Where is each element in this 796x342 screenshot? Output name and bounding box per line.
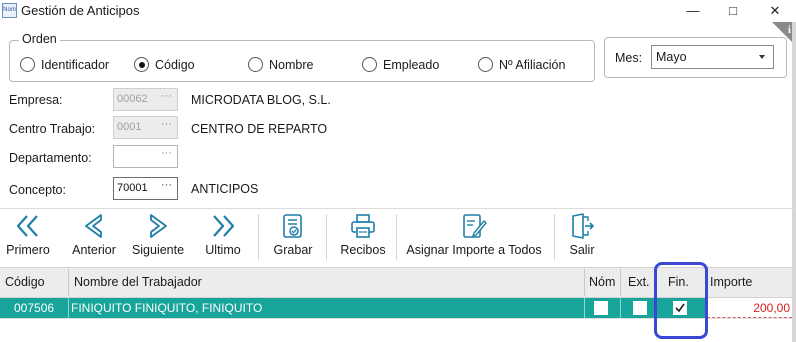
centro-code-field: 0001 ··· <box>113 116 178 139</box>
close-button[interactable]: ✕ <box>764 2 786 20</box>
toolbar-divider <box>0 208 796 209</box>
radio-empleado[interactable] <box>362 57 377 72</box>
row-importe: 200,00 <box>753 301 790 315</box>
header-codigo[interactable]: Código <box>5 267 45 298</box>
window-edge <box>792 22 796 342</box>
minimize-button[interactable]: — <box>682 2 704 20</box>
fin-column-highlight <box>654 262 708 339</box>
header-nom[interactable]: Nóm <box>589 267 615 298</box>
departamento-label: Departamento: <box>9 151 92 165</box>
svg-text:i: i <box>788 25 791 36</box>
exit-icon <box>572 213 595 239</box>
radio-codigo[interactable] <box>134 57 149 72</box>
radio-label-afiliacion: Nº Afiliación <box>499 58 566 72</box>
radio-nombre[interactable] <box>248 57 263 72</box>
lookup-icon: ··· <box>161 90 172 102</box>
header-separator <box>68 269 69 296</box>
radio-afiliacion[interactable] <box>478 57 493 72</box>
maximize-button[interactable]: □ <box>722 2 744 20</box>
centro-code-value: 0001 <box>117 121 142 133</box>
centro-label: Centro Trabajo: <box>9 122 96 136</box>
mes-select[interactable]: Mayo <box>651 45 774 69</box>
grabar-button[interactable]: Grabar <box>270 213 316 263</box>
radio-label-codigo: Código <box>155 58 195 72</box>
salir-button[interactable]: Salir <box>562 213 602 263</box>
toolbar-separator <box>326 214 327 260</box>
chevron-down-icon[interactable] <box>759 55 765 59</box>
lookup-icon[interactable]: ··· <box>161 179 172 191</box>
mes-label: Mes: <box>615 51 643 65</box>
siguiente-button[interactable]: Siguiente <box>130 213 186 263</box>
app-icon: Nom <box>2 3 17 18</box>
concepto-name: ANTICIPOS <box>191 182 259 196</box>
chevron-right-icon <box>150 214 167 238</box>
chevron-left-icon <box>85 214 102 238</box>
save-icon <box>283 214 302 238</box>
ultimo-label: Ultimo <box>205 243 241 257</box>
double-chevron-right-icon <box>213 215 235 237</box>
header-ext[interactable]: Ext. <box>628 267 650 298</box>
departamento-code-field[interactable]: ··· <box>113 145 178 168</box>
toolbar-separator <box>554 214 555 260</box>
edit-document-icon <box>463 214 487 238</box>
centro-name: CENTRO DE REPARTO <box>191 122 328 136</box>
asignar-importe-label: Asignar Importe a Todos <box>406 243 542 257</box>
row-separator <box>620 298 621 318</box>
toolbar-separator <box>396 214 397 260</box>
concepto-code-field[interactable]: 70001 ··· <box>113 177 178 200</box>
radio-label-nombre: Nombre <box>269 58 314 72</box>
lookup-icon[interactable]: ··· <box>161 147 172 159</box>
importe-cell[interactable]: 200,00 <box>707 298 792 318</box>
ultimo-button[interactable]: Ultimo <box>198 213 248 263</box>
anterior-label: Anterior <box>72 243 116 257</box>
header-nombre[interactable]: Nombre del Trabajador <box>74 267 202 298</box>
asignar-importe-button[interactable]: Asignar Importe a Todos <box>404 213 544 263</box>
primero-label: Primero <box>6 243 50 257</box>
recibos-button[interactable]: Recibos <box>338 213 388 263</box>
siguiente-label: Siguiente <box>131 243 185 257</box>
row-separator <box>584 298 585 318</box>
ext-checkbox[interactable] <box>633 301 647 315</box>
concepto-label: Concepto: <box>9 183 66 197</box>
recibos-label: Recibos <box>340 243 386 257</box>
empresa-code-field: 00062 ··· <box>113 88 178 111</box>
radio-identificador[interactable] <box>20 57 35 72</box>
printer-icon <box>351 214 375 238</box>
anterior-button[interactable]: Anterior <box>68 213 120 263</box>
nom-checkbox[interactable] <box>594 301 608 315</box>
header-separator <box>620 269 621 296</box>
concepto-code-value: 70001 <box>117 182 148 194</box>
empresa-code-value: 00062 <box>117 93 148 105</box>
grabar-label: Grabar <box>273 243 313 257</box>
header-separator <box>584 269 585 296</box>
row-nombre: FINIQUITO FINIQUITO, FINIQUITO <box>71 301 263 315</box>
primero-button[interactable]: Primero <box>4 213 52 263</box>
header-importe[interactable]: Importe <box>710 267 752 298</box>
radio-label-empleado: Empleado <box>383 58 440 72</box>
radio-label-identificador: Identificador <box>41 58 110 72</box>
orden-legend: Orden <box>19 32 60 46</box>
window-title: Gestión de Anticipos <box>21 3 140 18</box>
salir-label: Salir <box>569 243 595 257</box>
lookup-icon: ··· <box>161 118 172 130</box>
toolbar-separator <box>258 214 259 260</box>
row-separator <box>68 298 69 318</box>
row-codigo: 007506 <box>14 301 55 315</box>
double-chevron-left-icon <box>16 215 38 237</box>
empresa-label: Empresa: <box>9 93 63 107</box>
empresa-name: MICRODATA BLOG, S.L. <box>191 93 331 107</box>
